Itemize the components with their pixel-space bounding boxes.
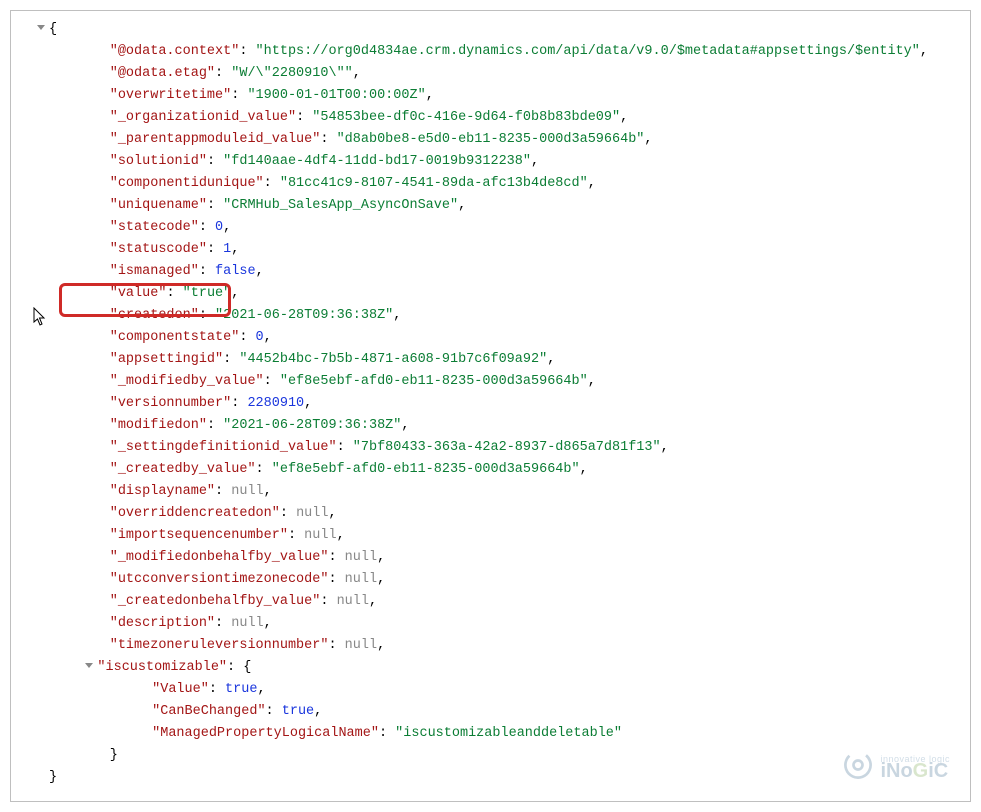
json-line: "statuscode": 1, — [23, 239, 958, 261]
json-line: "iscustomizable": { — [23, 657, 958, 679]
json-line: "timezoneruleversionnumber": null, — [23, 635, 958, 657]
json-line: "statecode": 0, — [23, 217, 958, 239]
json-line: "_organizationid_value": "54853bee-df0c-… — [23, 107, 958, 129]
json-line: "versionnumber": 2280910, — [23, 393, 958, 415]
json-line: "componentidunique": "81cc41c9-8107-4541… — [23, 173, 958, 195]
json-line: "_createdby_value": "ef8e5ebf-afd0-eb11-… — [23, 459, 958, 481]
expand-toggle-icon[interactable] — [85, 663, 93, 668]
json-line: "uniquename": "CRMHub_SalesApp_AsyncOnSa… — [23, 195, 958, 217]
json-line: "overwritetime": "1900-01-01T00:00:00Z", — [23, 85, 958, 107]
json-line: "importsequencenumber": null, — [23, 525, 958, 547]
json-line: "@odata.etag": "W/\"2280910\"", — [23, 63, 958, 85]
expand-toggle-icon[interactable] — [37, 25, 45, 30]
json-viewer: { "@odata.context": "https://org0d4834ae… — [10, 10, 971, 802]
json-line: "Value": true, — [23, 679, 958, 701]
json-line: "ismanaged": false, — [23, 261, 958, 283]
json-line: "utcconversiontimezonecode": null, — [23, 569, 958, 591]
json-line: "modifiedon": "2021-06-28T09:36:38Z", — [23, 415, 958, 437]
json-line: "description": null, — [23, 613, 958, 635]
json-line: "solutionid": "fd140aae-4df4-11dd-bd17-0… — [23, 151, 958, 173]
json-line: "componentstate": 0, — [23, 327, 958, 349]
json-line: } — [23, 745, 958, 767]
json-line: "value": "true", — [23, 283, 958, 305]
json-line: { — [23, 19, 958, 41]
json-line: "ManagedPropertyLogicalName": "iscustomi… — [23, 723, 958, 745]
json-line: "displayname": null, — [23, 481, 958, 503]
json-line: "CanBeChanged": true, — [23, 701, 958, 723]
json-line: } — [23, 767, 958, 789]
json-line: "_modifiedby_value": "ef8e5ebf-afd0-eb11… — [23, 371, 958, 393]
json-line: "_parentappmoduleid_value": "d8ab0be8-e5… — [23, 129, 958, 151]
json-line: "_settingdefinitionid_value": "7bf80433-… — [23, 437, 958, 459]
json-line: "overriddencreatedon": null, — [23, 503, 958, 525]
json-line: "@odata.context": "https://org0d4834ae.c… — [23, 41, 958, 63]
json-line: "appsettingid": "4452b4bc-7b5b-4871-a608… — [23, 349, 958, 371]
json-line: "createdon": "2021-06-28T09:36:38Z", — [23, 305, 958, 327]
json-line: "_createdonbehalfby_value": null, — [23, 591, 958, 613]
json-line: "_modifiedonbehalfby_value": null, — [23, 547, 958, 569]
